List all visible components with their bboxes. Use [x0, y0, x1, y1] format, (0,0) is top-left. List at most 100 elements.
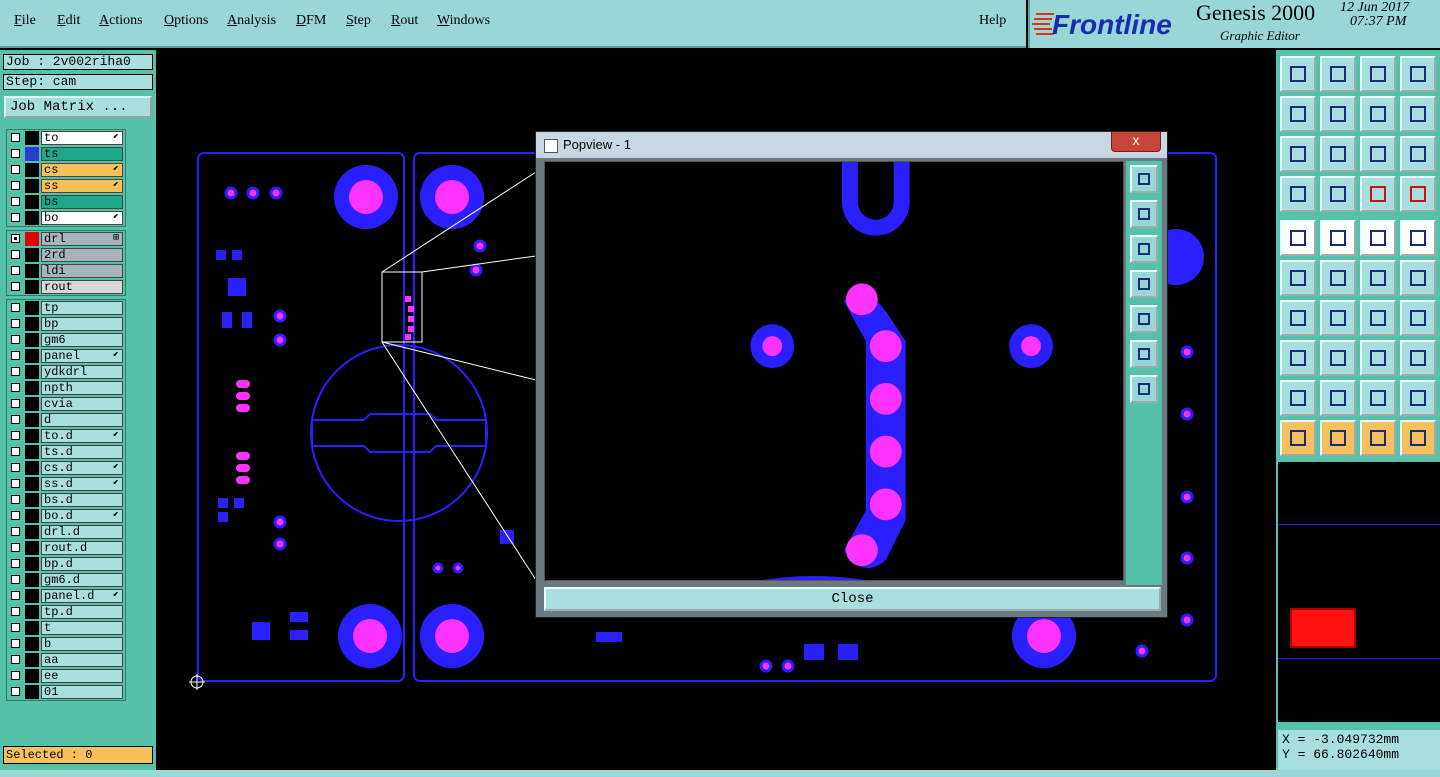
layer-color-swatch[interactable] — [25, 461, 39, 475]
layer-color-swatch[interactable] — [25, 541, 39, 555]
popview-canvas[interactable] — [544, 161, 1124, 581]
layer-color-swatch[interactable] — [25, 147, 39, 161]
layer-row-bs[interactable]: bs — [7, 194, 125, 210]
layer-color-swatch[interactable] — [25, 589, 39, 603]
snap-red-icon[interactable] — [1360, 176, 1396, 212]
layer-row-bp[interactable]: bp — [7, 316, 125, 332]
layer-checkbox[interactable] — [11, 266, 20, 275]
layer-row-gm6-d[interactable]: gm6.d — [7, 572, 125, 588]
layer-checkbox[interactable] — [11, 543, 20, 552]
menu-help[interactable]: Help — [979, 13, 1006, 29]
layer-name[interactable]: bs — [41, 195, 123, 209]
popview-pan-right-icon[interactable] — [1130, 305, 1158, 333]
layer-checkbox[interactable] — [11, 319, 20, 328]
layer-row-bo[interactable]: bo ⬋ — [7, 210, 125, 226]
layer-color-swatch[interactable] — [25, 653, 39, 667]
layer-checkbox[interactable] — [11, 559, 20, 568]
pointer-icon[interactable] — [1280, 420, 1316, 456]
layer-name[interactable]: bp.d — [41, 557, 123, 571]
pan-right-icon[interactable] — [1320, 96, 1356, 132]
layer-name[interactable]: bo ⬋ — [41, 211, 123, 225]
layer-name[interactable]: cs ⬋ — [41, 163, 123, 177]
layer-checkbox[interactable] — [11, 511, 20, 520]
layer-name[interactable]: panel.d ⬋ — [41, 589, 123, 603]
layer-checkbox[interactable] — [11, 165, 20, 174]
layer-row-cvia[interactable]: cvia — [7, 396, 125, 412]
menu-edit[interactable]: Edit — [57, 13, 80, 29]
menu-step[interactable]: Step — [346, 13, 371, 29]
popview-titlebar[interactable]: Popview - 1 — [536, 132, 1167, 158]
popview-fit-icon[interactable] — [1130, 340, 1158, 368]
popview-zoom-up-icon[interactable] — [1130, 200, 1158, 228]
layer-row-panel[interactable]: panel ⬋ — [7, 348, 125, 364]
layer-name[interactable]: panel ⬋ — [41, 349, 123, 363]
layer-row-ts-d[interactable]: ts.d — [7, 444, 125, 460]
popview-pan-left-icon[interactable] — [1130, 270, 1158, 298]
resize-icon[interactable] — [1360, 340, 1396, 376]
menu-rout[interactable]: Rout — [391, 13, 418, 29]
layer-row-ydkdrl[interactable]: ydkdrl — [7, 364, 125, 380]
layer-checkbox[interactable] — [11, 495, 20, 504]
layer-color-swatch[interactable] — [25, 621, 39, 635]
layer-checkbox[interactable] — [11, 133, 20, 142]
layer-color-swatch[interactable] — [25, 195, 39, 209]
layer-color-swatch[interactable] — [25, 573, 39, 587]
pointer-circle-icon[interactable] — [1360, 420, 1396, 456]
pointer-box-icon[interactable] — [1320, 420, 1356, 456]
layer-checkbox[interactable] — [11, 282, 20, 291]
layer-row-drl-d[interactable]: drl.d — [7, 524, 125, 540]
layer-row-ts[interactable]: ts — [7, 146, 125, 162]
help-icon[interactable] — [1400, 136, 1436, 172]
layer-row-ss[interactable]: ss ⬋ — [7, 178, 125, 194]
layer-checkbox[interactable] — [11, 687, 20, 696]
layer-color-swatch[interactable] — [25, 669, 39, 683]
view-building-icon[interactable] — [1360, 56, 1396, 92]
view-home-icon[interactable] — [1280, 56, 1316, 92]
layer-checkbox[interactable] — [11, 639, 20, 648]
layer-color-swatch[interactable] — [25, 333, 39, 347]
layer-checkbox[interactable] — [11, 671, 20, 680]
layer-row-to-d[interactable]: to.d ⬋ — [7, 428, 125, 444]
layer-color-swatch[interactable] — [25, 525, 39, 539]
popview-zoom-window-icon[interactable] — [1130, 165, 1158, 193]
layer-color-swatch[interactable] — [25, 477, 39, 491]
popview-close-button[interactable]: Close — [544, 587, 1161, 611]
layer-color-swatch[interactable] — [25, 317, 39, 331]
layer-color-swatch[interactable] — [25, 232, 39, 246]
layer-name[interactable]: tp.d — [41, 605, 123, 619]
connect-icon[interactable] — [1280, 260, 1316, 296]
layer-color-swatch[interactable] — [25, 605, 39, 619]
layer-color-swatch[interactable] — [25, 365, 39, 379]
layer-row-ee[interactable]: ee — [7, 668, 125, 684]
layer-checkbox[interactable] — [11, 303, 20, 312]
layer-checkbox[interactable] — [11, 575, 20, 584]
layer-row-t[interactable]: t — [7, 620, 125, 636]
layer-checkbox[interactable] — [11, 447, 20, 456]
layer-name[interactable]: npth — [41, 381, 123, 395]
triangle4-icon[interactable] — [1400, 380, 1436, 416]
layer-checkbox[interactable] — [11, 655, 20, 664]
route2-icon[interactable] — [1400, 260, 1436, 296]
layer-name[interactable]: to.d ⬋ — [41, 429, 123, 443]
menu-actions[interactable]: Actions — [99, 13, 143, 29]
layer-checkbox[interactable] — [11, 399, 20, 408]
layer-name[interactable]: b — [41, 637, 123, 651]
layer-checkbox[interactable] — [11, 623, 20, 632]
line-icon[interactable] — [1280, 300, 1316, 336]
triangle2-icon[interactable] — [1320, 380, 1356, 416]
layer-row-drl[interactable]: drl ⊞ — [7, 231, 125, 247]
pan-left-icon[interactable] — [1280, 96, 1316, 132]
route-icon[interactable] — [1360, 260, 1396, 296]
layer-color-swatch[interactable] — [25, 264, 39, 278]
join-icon[interactable] — [1400, 340, 1436, 376]
layer-name[interactable]: cs.d ⬋ — [41, 461, 123, 475]
layer-row-ldi[interactable]: ldi — [7, 263, 125, 279]
overview-map[interactable] — [1278, 462, 1440, 722]
layer-checkbox[interactable] — [11, 367, 20, 376]
pointer-tree-icon[interactable] — [1400, 420, 1436, 456]
view-save-icon[interactable] — [1320, 56, 1356, 92]
layer-color-swatch[interactable] — [25, 301, 39, 315]
layer-color-swatch[interactable] — [25, 131, 39, 145]
layer-name[interactable]: ss ⬋ — [41, 179, 123, 193]
fit-icon[interactable] — [1280, 136, 1316, 172]
